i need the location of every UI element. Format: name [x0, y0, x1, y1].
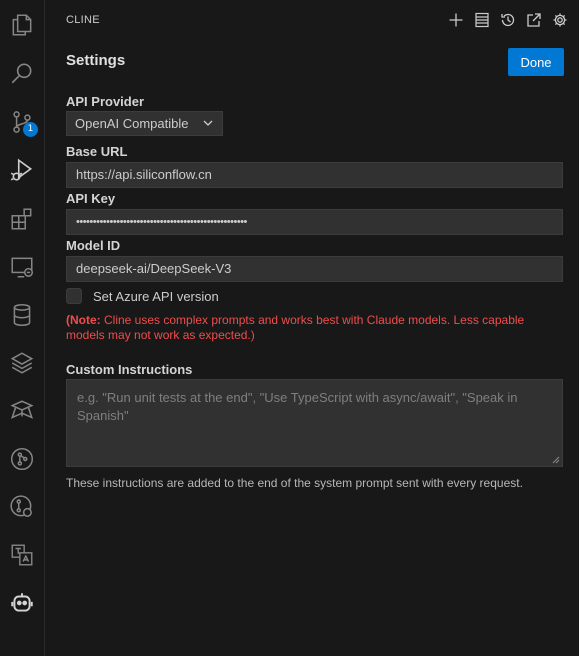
plus-icon[interactable]	[447, 10, 465, 30]
done-button[interactable]: Done	[508, 48, 564, 76]
source-control-badge: 1	[23, 122, 38, 137]
gear-icon[interactable]	[551, 10, 569, 30]
activity-bar: 1	[0, 0, 45, 656]
base-url-input[interactable]: https://api.siliconflow.cn	[66, 162, 563, 188]
search-icon[interactable]	[7, 58, 37, 88]
explorer-icon[interactable]	[7, 10, 37, 40]
header-actions	[447, 10, 569, 30]
api-key-label: API Key	[66, 191, 116, 206]
azure-api-version-checkbox-row[interactable]: Set Azure API version	[66, 288, 219, 304]
custom-instructions-textarea[interactable]: e.g. "Run unit tests at the end", "Use T…	[66, 379, 563, 467]
azure-api-version-checkbox[interactable]	[66, 288, 82, 304]
settings-title: Settings	[66, 52, 126, 69]
git-lens-icon[interactable]	[7, 492, 37, 522]
history-icon[interactable]	[499, 10, 517, 30]
api-provider-label: API Provider	[66, 94, 145, 109]
note-text: Cline uses complex prompts and works bes…	[66, 313, 525, 342]
translate-icon[interactable]	[7, 540, 37, 570]
history-list-icon[interactable]	[473, 10, 491, 30]
cline-robot-icon[interactable]	[7, 588, 37, 618]
extensions-icon[interactable]	[7, 204, 37, 234]
cline-panel: CLINE Settings Done API Provider OpenAI …	[45, 0, 579, 656]
model-id-input[interactable]: deepseek-ai/DeepSeek-V3	[66, 256, 563, 282]
api-key-input[interactable]: ••••••••••••••••••••••••••••••••••••••••…	[66, 209, 563, 235]
deploy-icon[interactable]	[7, 396, 37, 426]
custom-instructions-help: These instructions are added to the end …	[66, 476, 523, 490]
run-debug-icon[interactable]	[7, 155, 37, 185]
layers-icon[interactable]	[7, 348, 37, 378]
api-provider-select[interactable]: OpenAI Compatible	[66, 111, 223, 136]
panel-title: CLINE	[66, 14, 100, 26]
vscode-window: 1 CLINE Settings Done API Provider OpenA…	[0, 0, 579, 656]
popout-icon[interactable]	[525, 10, 543, 30]
custom-instructions-placeholder: e.g. "Run unit tests at the end", "Use T…	[77, 390, 518, 423]
custom-instructions-label: Custom Instructions	[66, 362, 193, 377]
git-graph-icon[interactable]	[7, 444, 37, 474]
remote-explorer-icon[interactable]	[7, 252, 37, 282]
api-provider-value: OpenAI Compatible	[75, 116, 189, 131]
base-url-label: Base URL	[66, 144, 128, 159]
chevron-down-icon	[203, 120, 213, 126]
model-warning-note: (Note: Cline uses complex prompts and wo…	[66, 313, 566, 343]
azure-api-version-label: Set Azure API version	[93, 288, 219, 304]
model-id-label: Model ID	[66, 238, 121, 253]
database-icon[interactable]	[7, 300, 37, 330]
note-prefix: (Note:	[66, 313, 101, 327]
resize-grip-icon[interactable]	[552, 456, 560, 464]
